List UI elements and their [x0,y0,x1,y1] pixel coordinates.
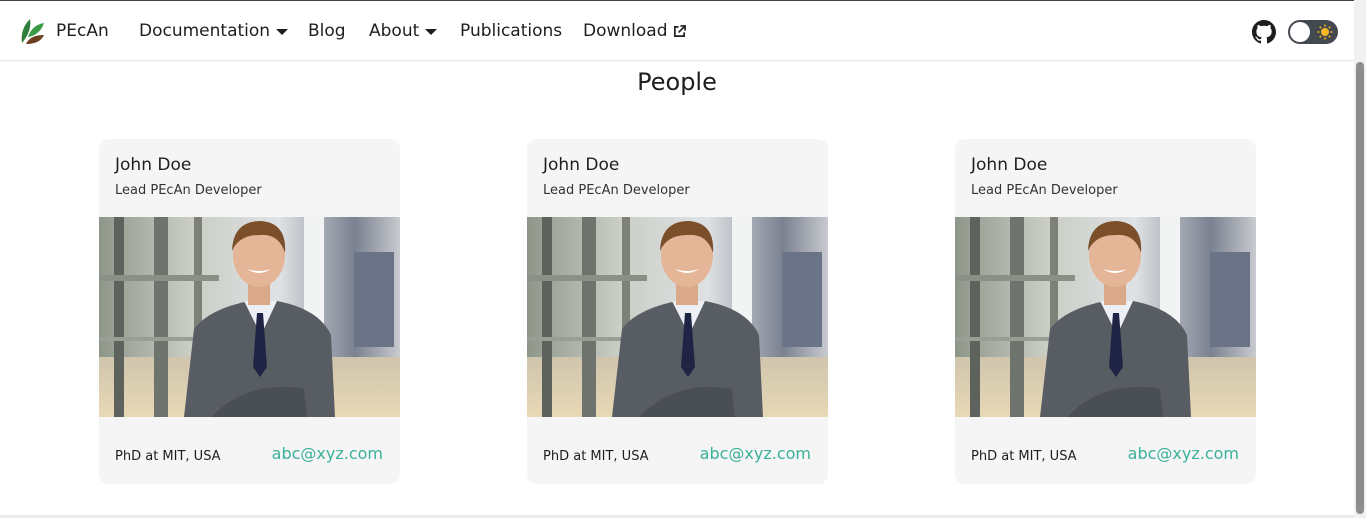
person-education: PhD at MIT, USA [115,449,221,464]
nav-blog[interactable]: Blog [308,21,346,41]
scrollbar-thumb[interactable] [1356,62,1364,514]
top-navbar: PEcAn Documentation Blog About Publicati… [0,0,1354,61]
external-link-icon [673,24,686,37]
person-photo [99,217,400,417]
person-role: Lead PEcAn Developer [971,183,1118,198]
theme-toggle[interactable] [1288,20,1338,44]
chevron-down-icon [425,29,438,35]
person-role: Lead PEcAn Developer [115,183,262,198]
person-name: John Doe [543,155,620,175]
nav-publications-label: Publications [460,21,563,41]
nav-download[interactable]: Download [583,21,686,41]
nav-publications[interactable]: Publications [460,21,562,41]
person-card: John Doe Lead PEcAn Developer PhD at MIT… [99,139,400,484]
person-email-link[interactable]: abc@xyz.com [272,444,383,463]
person-card: John Doe Lead PEcAn Developer PhD at MIT… [955,139,1256,484]
nav-documentation-label: Documentation [139,21,271,41]
nav-about[interactable]: About [369,21,438,41]
person-card: John Doe Lead PEcAn Developer PhD at MIT… [527,139,828,484]
person-role: Lead PEcAn Developer [543,183,690,198]
brand-title: PEcAn [56,21,109,41]
person-education: PhD at MIT, USA [971,449,1077,464]
sun-icon [1317,24,1333,40]
nav-documentation[interactable]: Documentation [139,21,289,41]
page-title: People [637,68,717,96]
person-photo [955,217,1256,417]
nav-about-label: About [369,21,420,41]
brand-home-link[interactable]: PEcAn [16,17,109,45]
person-name: John Doe [115,155,192,175]
person-education: PhD at MIT, USA [543,449,649,464]
pecan-logo-icon [21,19,44,44]
person-email-link[interactable]: abc@xyz.com [700,444,811,463]
person-email-link[interactable]: abc@xyz.com [1128,444,1239,463]
nav-blog-label: Blog [308,21,346,41]
github-icon[interactable] [1252,20,1276,44]
toggle-knob [1290,22,1310,42]
nav-download-label: Download [583,21,668,41]
chevron-down-icon [276,29,289,35]
person-name: John Doe [971,155,1048,175]
person-photo [527,217,828,417]
